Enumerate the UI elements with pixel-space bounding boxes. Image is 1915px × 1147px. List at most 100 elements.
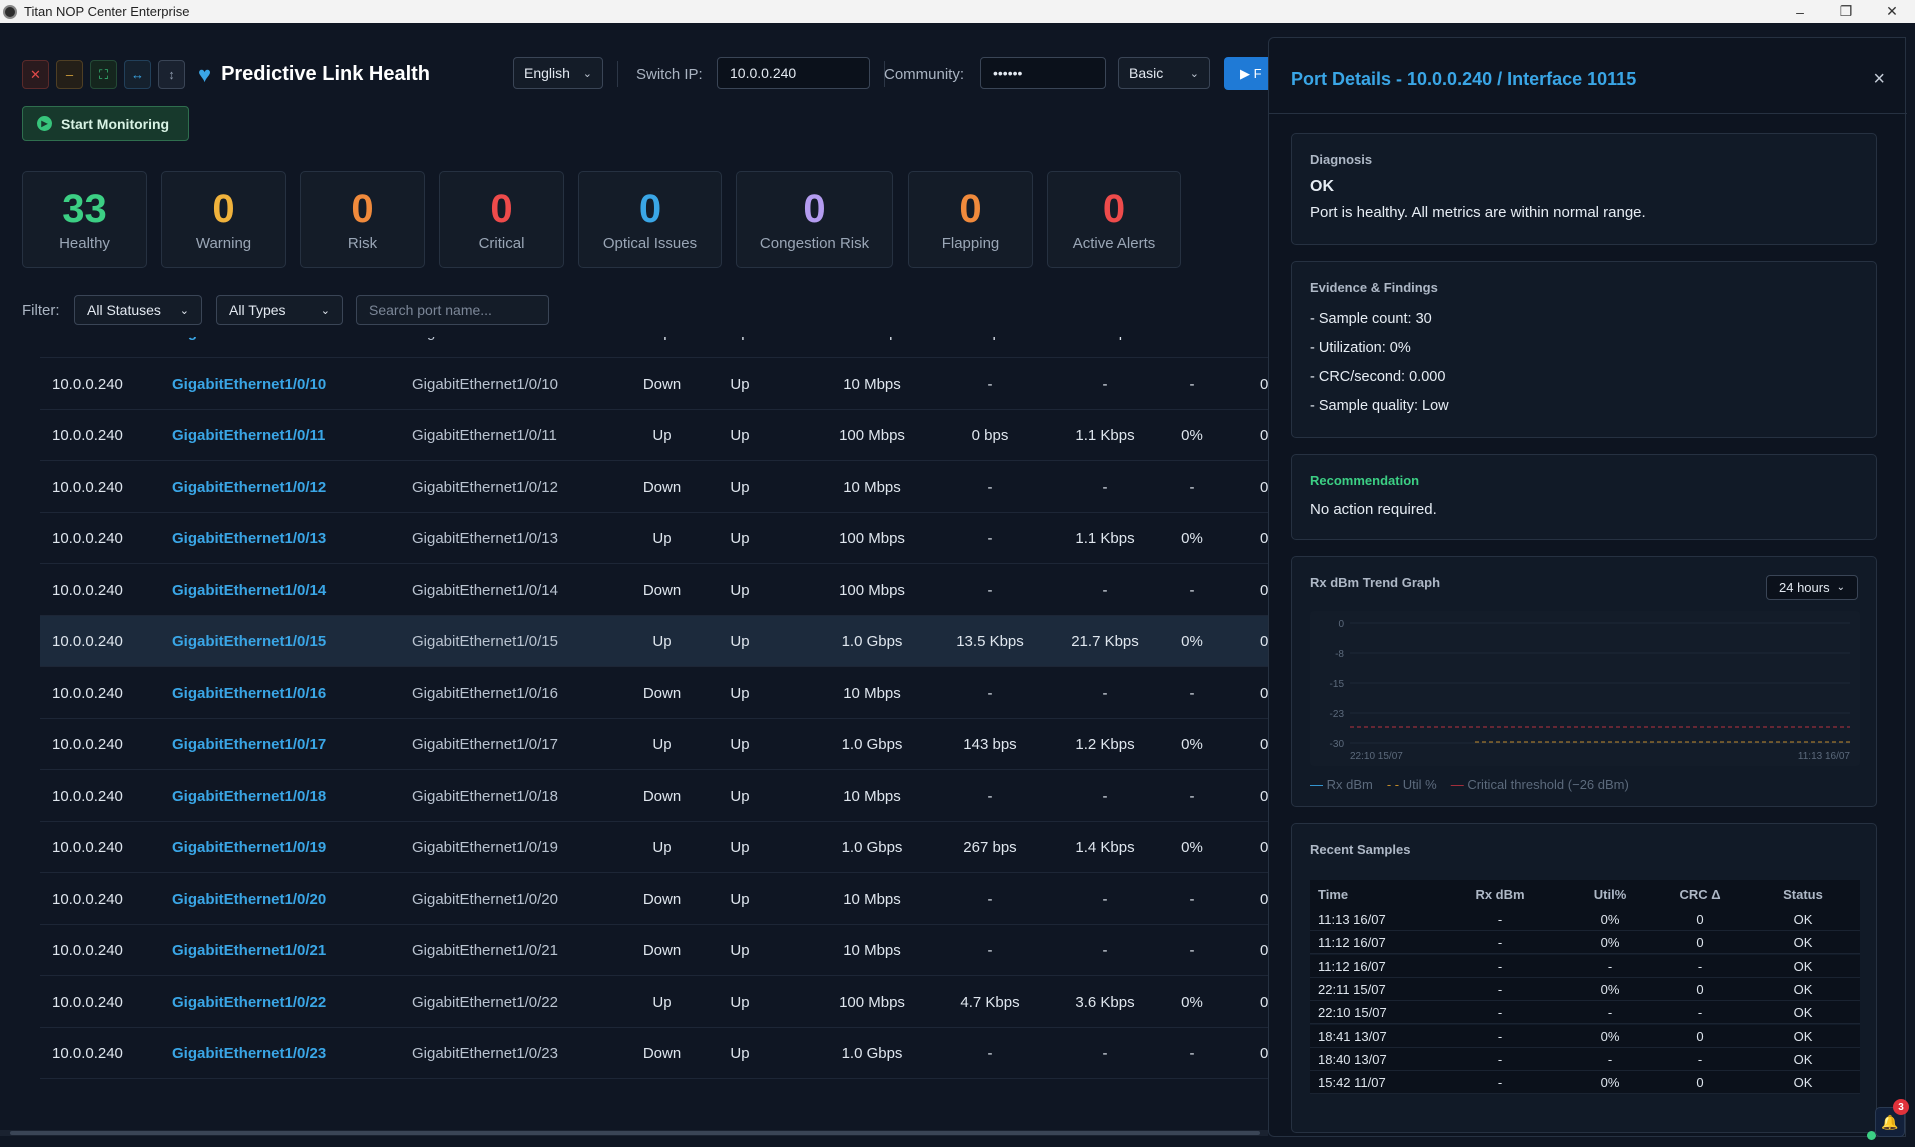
table-row[interactable]: 10.0.0.240 GigabitEthernet1/0/23 GigabitEt…	[40, 1028, 1268, 1079]
expand-horizontal-button[interactable]: ↔	[124, 60, 151, 89]
table-row[interactable]: 10.0.0.240 GigabitEthernet1/0/10 GigabitEt…	[40, 359, 1268, 410]
port-name-link[interactable]: GigabitEthernet1/0/22	[172, 977, 326, 1028]
table-row[interactable]: 10.0.0.240 GigabitEthernet1/0/22 GigabitEt…	[40, 977, 1268, 1028]
time-range-select[interactable]: 24 hours ⌄	[1766, 575, 1858, 600]
admin-status-cell: Up	[652, 633, 672, 650]
col-status: Status	[1783, 886, 1823, 902]
table-row[interactable]: 10.0.0.240 GigabitEthernet1/0/21 GigabitEt…	[40, 925, 1268, 976]
run-button[interactable]: ▶ F	[1224, 57, 1274, 90]
utilization-cell: 0%	[1181, 839, 1203, 856]
col-rx-dbm: Rx dBm	[1475, 886, 1525, 902]
out-rate-cell: 1.2 Kbps	[1075, 736, 1135, 753]
utilization-cell: 0%	[1181, 993, 1203, 1011]
sample-rx: -	[1497, 1051, 1503, 1067]
port-name-link[interactable]: GigabitEthernet1/0/9	[172, 337, 318, 358]
sample-status: OK	[1793, 1005, 1813, 1021]
port-name-link[interactable]: GigabitEthernet1/0/19	[172, 822, 326, 873]
close-icon[interactable]: ✕	[1869, 0, 1915, 23]
table-row[interactable]: 10.0.0.240 GigabitEthernet1/0/9 GigabitEth…	[40, 337, 1268, 358]
admin-status-cell: Down	[642, 942, 682, 959]
ip-cell: 10.0.0.240	[52, 787, 123, 805]
port-name-link[interactable]: GigabitEthernet1/0/11	[172, 410, 325, 461]
table-row[interactable]: 10.0.0.240 GigabitEthernet1/0/13 GigabitEt…	[40, 513, 1268, 564]
sample-crc: 0	[1696, 1075, 1704, 1091]
sample-time: 11:12 16/07	[1318, 935, 1386, 951]
ip-cell: 10.0.0.240	[52, 375, 123, 393]
table-row[interactable]: 10.0.0.240 GigabitEthernet1/0/20 GigabitEt…	[40, 874, 1268, 925]
status-filter-select[interactable]: All Statuses ⌄	[74, 295, 202, 325]
community-input[interactable]: ••••••	[980, 57, 1106, 89]
port-name-link[interactable]: GigabitEthernet1/0/18	[172, 771, 326, 822]
port-name-link[interactable]: GigabitEthernet1/0/13	[172, 513, 326, 564]
table-row[interactable]: 10.0.0.240 GigabitEthernet1/0/19 GigabitEt…	[40, 822, 1268, 873]
utilization-cell: -	[1189, 1045, 1195, 1062]
port-name-link[interactable]: GigabitEthernet1/0/20	[172, 874, 326, 925]
in-rate-cell: 0 bps	[971, 427, 1009, 444]
maximize-icon[interactable]: ❐	[1823, 0, 1869, 23]
sample-status: OK	[1793, 935, 1813, 951]
ip-cell: 10.0.0.240	[52, 581, 123, 599]
evidence-heading: Evidence & Findings	[1310, 280, 1438, 295]
scrollbar-thumb[interactable]	[10, 1131, 1260, 1135]
admin-status-cell: Up	[652, 530, 672, 547]
oper-status-cell: Up	[730, 478, 750, 496]
speed-cell: 100 Mbps	[839, 581, 905, 599]
sample-row: 11:12 16/07 - 0% 0 OK	[1310, 931, 1860, 955]
port-name-link[interactable]: GigabitEthernet1/0/23	[172, 1028, 326, 1079]
expand-vertical-button[interactable]: ↕	[158, 60, 185, 89]
port-name-link[interactable]: GigabitEthernet1/0/15	[172, 616, 326, 667]
ip-cell: 10.0.0.240	[52, 890, 123, 908]
table-row[interactable]: 10.0.0.240 GigabitEthernet1/0/16 GigabitEt…	[40, 668, 1268, 719]
ip-cell: 10.0.0.240	[52, 530, 123, 547]
type-filter-select[interactable]: All Types ⌄	[216, 295, 343, 325]
stat-healthy[interactable]: 33 Healthy	[22, 171, 147, 268]
in-rate-cell: 0 bps	[935, 337, 1045, 358]
table-row[interactable]: 10.0.0.240 GigabitEthernet1/0/17 GigabitEt…	[40, 719, 1268, 770]
mode-select[interactable]: Basic ⌄	[1118, 57, 1210, 89]
table-row[interactable]: 10.0.0.240 GigabitEthernet1/0/12 GigabitEt…	[40, 462, 1268, 513]
port-name-link[interactable]: GigabitEthernet1/0/12	[172, 462, 326, 513]
port-name-link[interactable]: GigabitEthernet1/0/21	[172, 925, 326, 976]
stat-active-alerts[interactable]: 0 Active Alerts	[1047, 171, 1181, 268]
table-row[interactable]: 10.0.0.240 GigabitEthernet1/0/11 GigabitEt…	[40, 410, 1268, 461]
search-input[interactable]: Search port name...	[356, 295, 549, 325]
switch-ip-input[interactable]: 10.0.0.240	[717, 57, 870, 89]
stat-optical-issues[interactable]: 0 Optical Issues	[578, 171, 722, 268]
in-rate-cell: 4.7 Kbps	[960, 993, 1020, 1011]
utilization-cell: -	[1189, 787, 1195, 805]
sample-row: 15:42 11/07 - 0% 0 OK	[1310, 1071, 1860, 1095]
admin-status-cell: Up	[652, 839, 672, 856]
table-row[interactable]: 10.0.0.240 GigabitEthernet1/0/18 GigabitEt…	[40, 771, 1268, 822]
chevron-down-icon: ⌄	[320, 304, 330, 317]
ip-cell: 10.0.0.240	[52, 684, 123, 702]
start-monitoring-button[interactable]: ▶ Start Monitoring	[22, 106, 189, 141]
stat-congestion-risk[interactable]: 0 Congestion Risk	[736, 171, 893, 268]
port-name-link[interactable]: GigabitEthernet1/0/16	[172, 668, 326, 719]
table-row[interactable]: 10.0.0.240 GigabitEthernet1/0/14 GigabitEt…	[40, 565, 1268, 616]
minimize-view-button[interactable]: –	[56, 60, 83, 89]
stat-warning[interactable]: 0 Warning	[161, 171, 286, 268]
port-name-link[interactable]: GigabitEthernet1/0/10	[172, 359, 326, 410]
out-rate-cell: -	[1102, 581, 1108, 599]
fullscreen-button[interactable]: ⛶	[90, 60, 117, 89]
port-name-link[interactable]: GigabitEthernet1/0/14	[172, 565, 326, 616]
divider	[617, 61, 618, 87]
close-view-button[interactable]: ✕	[22, 60, 49, 89]
sample-time: 22:10 15/07	[1318, 1005, 1387, 1021]
close-icon[interactable]: ×	[1873, 68, 1885, 91]
stat-flapping[interactable]: 0 Flapping	[908, 171, 1033, 268]
recent-samples-heading: Recent Samples	[1310, 842, 1411, 857]
port-name-link[interactable]: GigabitEthernet1/0/17	[172, 719, 326, 770]
stat-critical[interactable]: 0 Critical	[439, 171, 564, 268]
chevron-down-icon: ⌄	[1189, 67, 1199, 80]
stat-value: 33	[62, 187, 107, 231]
minimize-icon[interactable]: –	[1777, 0, 1823, 23]
stat-risk[interactable]: 0 Risk	[300, 171, 425, 268]
in-rate-cell: 267 bps	[963, 839, 1017, 856]
extra-cell: 0	[1260, 1045, 1268, 1062]
chevron-down-icon: ⌄	[179, 304, 189, 317]
speed-cell: 10 Mbps	[843, 478, 901, 496]
sample-time: 18:41 13/07	[1318, 1028, 1387, 1044]
language-select[interactable]: English ⌄	[513, 57, 603, 89]
table-row[interactable]: 10.0.0.240 GigabitEthernet1/0/15 GigabitEt…	[40, 616, 1268, 667]
